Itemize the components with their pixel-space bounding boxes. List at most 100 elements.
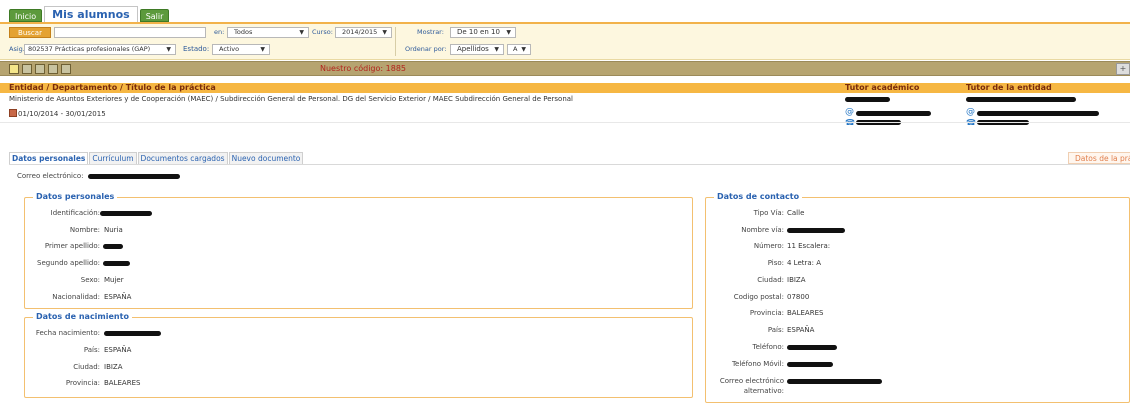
curso-label: Curso: [312,28,333,36]
chevron-down-icon: ▼ [299,29,304,36]
table-header: Entidad / Departamento / Título de la pr… [0,83,1130,93]
en-select[interactable]: Todos ▼ [227,27,309,38]
tabs-underline [9,164,1130,165]
field-label: Identificación: [50,209,100,217]
datos-contacto-legend: Datos de contacto [717,192,800,201]
datos-nacimiento-legend: Datos de nacimiento [36,312,129,321]
correo-value-redacted [88,174,180,179]
field-label: País: [83,346,100,354]
correo-label: Correo electrónico: [17,172,84,180]
mostrar-select-value: De 10 en 10 [457,28,500,36]
field-value: Calle [787,209,805,217]
th-tutor-entidad: Tutor de la entidad [966,83,1052,92]
fechas-row: 01/10/2014 - 30/01/2015 [9,109,106,119]
field-label: Piso: [767,259,784,267]
field-value: 11 Escalera: [787,242,831,250]
field-label: Ciudad: [757,276,784,284]
field-label: Provincia: [749,309,784,317]
mostrar-select[interactable]: De 10 en 10 ▼ [450,27,516,38]
field-label: Codigo postal: [733,293,784,301]
copy-icon[interactable] [48,64,58,74]
datos-personales-box: Datos personales [24,192,693,309]
email-icon: @ [966,107,975,117]
tab-salir[interactable]: Salir [139,9,170,22]
search-input[interactable] [54,27,206,38]
datos-personales-legend: Datos personales [36,192,115,201]
tab-curriculum[interactable]: Currículum [89,152,137,164]
field-label: Nacionalidad: [52,293,100,301]
field-value: ESPAÑA [104,346,132,354]
tab-documentos-cargados[interactable]: Documentos cargados [137,152,228,164]
field-label: Primer apellido: [44,242,100,250]
field-value: 4 Letra: A [787,259,822,267]
tab-datos-personales[interactable]: Datos personales [9,152,89,164]
correo-row: Correo electrónico: [17,172,84,181]
chevron-down-icon: ▼ [506,29,511,36]
tutor-entidad-email-redacted[interactable] [977,111,1099,116]
field-label: Nombre vía: [741,226,784,234]
ordenar-label: Ordenar por: [405,45,447,53]
field-label: País: [767,326,784,334]
asig-select[interactable]: 802537 Prácticas profesionales (GAP) ▼ [24,44,176,55]
identificacion-redacted [100,211,152,216]
row-divider [0,122,1130,123]
field-label: Ciudad: [73,363,100,371]
orden-dir-select[interactable]: A ▼ [507,44,531,55]
codigo-text: Nuestro código: 1885 [320,64,406,73]
field-label: Teléfono Móvil: [731,360,784,368]
field-value: Nuria [104,226,123,234]
estado-select[interactable]: Activo ▼ [212,44,270,55]
chevron-down-icon: ▼ [260,46,265,53]
export-icon[interactable] [35,64,45,74]
en-select-value: Todos [234,28,253,36]
orden-dir-value: A [513,45,518,53]
segundo-apellido-redacted [103,261,130,266]
tutor-entidad-name-redacted [966,97,1076,102]
curso-select-value: 2014/2015 [342,28,378,36]
field-value: IBIZA [104,363,123,371]
tab-nuevo-documento[interactable]: Nuevo documento [228,152,304,164]
filter-bar: Buscar en: Todos ▼ Curso: 2014/2015 ▼ Asig… [0,24,1130,60]
field-value: BALEARES [787,309,824,317]
field-label: Provincia: [65,379,100,387]
field-label: Teléfono: [752,343,784,351]
telefono-movil-redacted [787,362,833,367]
ordenar-select[interactable]: Apellidos ▼ [450,44,504,55]
tutor-academico-email-redacted[interactable] [856,111,931,116]
estado-label: Estado: [183,45,210,53]
tab-inicio[interactable]: Inicio [9,9,43,22]
grid-icon[interactable] [61,64,71,74]
select-all-icon[interactable] [9,64,19,74]
asig-select-value: 802537 Prácticas profesionales (GAP) [28,45,151,53]
field-label: Correo electrónico [719,377,784,385]
results-toolbar: Nuestro código: 1885 + [0,61,1130,76]
mostrar-label: Mostrar: [417,28,444,36]
curso-select[interactable]: 2014/2015 ▼ [335,27,392,38]
tab-mis-alumnos[interactable]: Mis alumnos [44,6,138,22]
field-value: BALEARES [104,379,141,387]
field-label: alternativo: [743,387,784,395]
en-label: en: [214,28,225,36]
buscar-button[interactable]: Buscar [9,27,51,38]
entidad-text: Ministerio de Asuntos Exteriores y de Co… [9,95,574,103]
filter-divider [395,27,396,56]
field-label: Sexo: [80,276,100,284]
chevron-down-icon: ▼ [521,46,526,53]
th-tutor-academico: Tutor académico [845,83,920,92]
field-value: ESPAÑA [787,326,815,334]
expand-button[interactable]: + [1116,63,1130,75]
detail-tabs: Datos personales Currículum Documentos c… [9,152,304,164]
calendar-icon [9,109,17,117]
field-value: 07800 [787,293,810,301]
primer-apellido-redacted [103,244,123,249]
field-label: Fecha nacimiento: [35,329,100,337]
field-label: Tipo Vía: [753,209,784,217]
field-value: IBIZA [787,276,806,284]
fechas-text: 01/10/2014 - 30/01/2015 [18,110,106,118]
print-icon[interactable] [22,64,32,74]
tutor-academico-name-redacted [845,97,890,102]
tab-datos-practica[interactable]: Datos de la prác [1068,152,1130,164]
field-label: Nombre: [69,226,100,234]
telefono-redacted [787,345,837,350]
estado-select-value: Activo [219,45,240,53]
